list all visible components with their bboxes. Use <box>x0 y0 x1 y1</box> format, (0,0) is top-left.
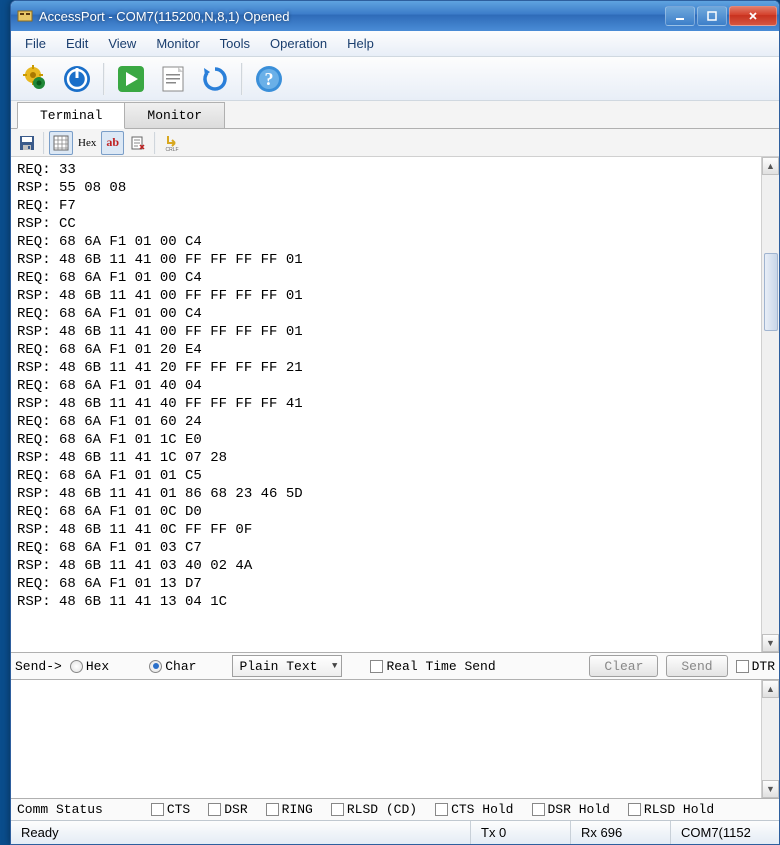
indicator-box-icon <box>435 803 448 816</box>
indicator-label: CTS Hold <box>451 802 513 817</box>
status-tx: Tx 0 <box>471 821 571 844</box>
indicator-box-icon <box>266 803 279 816</box>
indicator-label: RLSD Hold <box>644 802 714 817</box>
vertical-scrollbar[interactable]: ▲ ▼ <box>761 680 779 798</box>
toolbar-separator <box>103 63 105 95</box>
indicator-label: CTS <box>167 802 190 817</box>
scroll-thumb[interactable] <box>764 253 778 331</box>
run-button[interactable] <box>113 61 149 97</box>
comm-indicator: RLSD (CD) <box>331 802 417 817</box>
minimize-button[interactable] <box>665 6 695 26</box>
clear-log-button[interactable] <box>126 131 150 155</box>
comm-indicator: DSR <box>208 802 247 817</box>
send-button[interactable]: Send <box>666 655 727 677</box>
checkbox-icon <box>370 660 383 673</box>
checkbox-icon <box>736 660 749 673</box>
help-button[interactable]: ? <box>251 61 287 97</box>
comm-indicator: CTS <box>151 802 190 817</box>
indicator-label: RLSD (CD) <box>347 802 417 817</box>
send-label: Send-> <box>15 659 62 674</box>
window-controls <box>665 6 777 26</box>
indicator-label: RING <box>282 802 313 817</box>
sub-separator <box>43 132 45 154</box>
indicator-label: DSR <box>224 802 247 817</box>
realtime-checkbox[interactable]: Real Time Send <box>370 659 495 674</box>
vertical-scrollbar[interactable]: ▲ ▼ <box>761 157 779 652</box>
app-window: AccessPort - COM7(115200,N,8,1) Opened F… <box>10 0 780 845</box>
comm-status-row: Comm Status CTS DSR RING RLSD (CD) CTS Hold D… <box>11 798 779 820</box>
scroll-up-arrow[interactable]: ▲ <box>762 680 779 698</box>
maximize-button[interactable] <box>697 6 727 26</box>
indicator-label: DSR Hold <box>548 802 610 817</box>
realtime-label: Real Time Send <box>386 659 495 674</box>
menu-file[interactable]: File <box>15 33 56 54</box>
indicator-box-icon <box>628 803 641 816</box>
menu-edit[interactable]: Edit <box>56 33 98 54</box>
send-input[interactable] <box>11 680 761 798</box>
power-button[interactable] <box>59 61 95 97</box>
ab-button[interactable]: ab <box>101 131 124 155</box>
indicator-box-icon <box>331 803 344 816</box>
send-mode-combo[interactable]: Plain Text <box>232 655 342 677</box>
radio-dot-icon <box>149 660 162 673</box>
menubar: File Edit View Monitor Tools Operation H… <box>11 31 779 57</box>
radio-hex[interactable]: Hex <box>70 659 109 674</box>
comm-indicator: RING <box>266 802 313 817</box>
sub-separator <box>154 132 156 154</box>
radio-char-label: Char <box>165 659 196 674</box>
menu-view[interactable]: View <box>98 33 146 54</box>
crlf-button[interactable]: CRLF <box>160 131 184 155</box>
refresh-button[interactable] <box>197 61 233 97</box>
radio-dot-icon <box>70 660 83 673</box>
scroll-down-arrow[interactable]: ▼ <box>762 780 779 798</box>
comm-indicator: DSR Hold <box>532 802 610 817</box>
menu-monitor[interactable]: Monitor <box>146 33 209 54</box>
menu-help[interactable]: Help <box>337 33 384 54</box>
send-area-wrap: ▲ ▼ <box>11 680 779 798</box>
status-ready: Ready <box>11 821 471 844</box>
terminal-output[interactable]: REQ: 33 RSP: 55 08 08 REQ: F7 RSP: CC RE… <box>11 157 761 652</box>
comm-status-label: Comm Status <box>17 802 103 817</box>
status-rx: Rx 696 <box>571 821 671 844</box>
close-button[interactable] <box>729 6 777 26</box>
send-mode-value: Plain Text <box>239 659 317 674</box>
titlebar[interactable]: AccessPort - COM7(115200,N,8,1) Opened <box>11 1 779 31</box>
status-port: COM7(1152 <box>671 821 779 844</box>
radio-hex-label: Hex <box>86 659 109 674</box>
menu-operation[interactable]: Operation <box>260 33 337 54</box>
sub-toolbar: Hex ab CRLF <box>11 129 779 157</box>
scroll-down-arrow[interactable]: ▼ <box>762 634 779 652</box>
dtr-label: DTR <box>752 659 775 674</box>
dtr-checkbox[interactable]: DTR <box>736 659 775 674</box>
indicator-box-icon <box>208 803 221 816</box>
tabs: Terminal Monitor <box>11 101 779 129</box>
grid-button[interactable] <box>49 131 73 155</box>
svg-text:CRLF: CRLF <box>165 147 178 152</box>
hex-button[interactable]: Hex <box>75 131 99 155</box>
settings-button[interactable] <box>17 61 53 97</box>
indicator-box-icon <box>532 803 545 816</box>
window-title: AccessPort - COM7(115200,N,8,1) Opened <box>39 9 665 24</box>
terminal-area: REQ: 33 RSP: 55 08 08 REQ: F7 RSP: CC RE… <box>11 157 779 652</box>
toolbar-separator <box>241 63 243 95</box>
save-button[interactable] <box>15 131 39 155</box>
menu-tools[interactable]: Tools <box>210 33 260 54</box>
main-toolbar: ? <box>11 57 779 101</box>
svg-text:?: ? <box>265 69 274 89</box>
scroll-up-arrow[interactable]: ▲ <box>762 157 779 175</box>
statusbar: Ready Tx 0 Rx 696 COM7(1152 <box>11 820 779 844</box>
tab-monitor[interactable]: Monitor <box>124 102 225 128</box>
comm-indicator: RLSD Hold <box>628 802 714 817</box>
app-icon <box>17 8 33 24</box>
comm-indicator: CTS Hold <box>435 802 513 817</box>
tab-terminal[interactable]: Terminal <box>17 102 125 129</box>
send-options-row: Send-> Hex Char Plain Text Real Time Sen… <box>11 652 779 680</box>
clear-button[interactable]: Clear <box>589 655 658 677</box>
document-button[interactable] <box>155 61 191 97</box>
indicator-box-icon <box>151 803 164 816</box>
radio-char[interactable]: Char <box>149 659 196 674</box>
